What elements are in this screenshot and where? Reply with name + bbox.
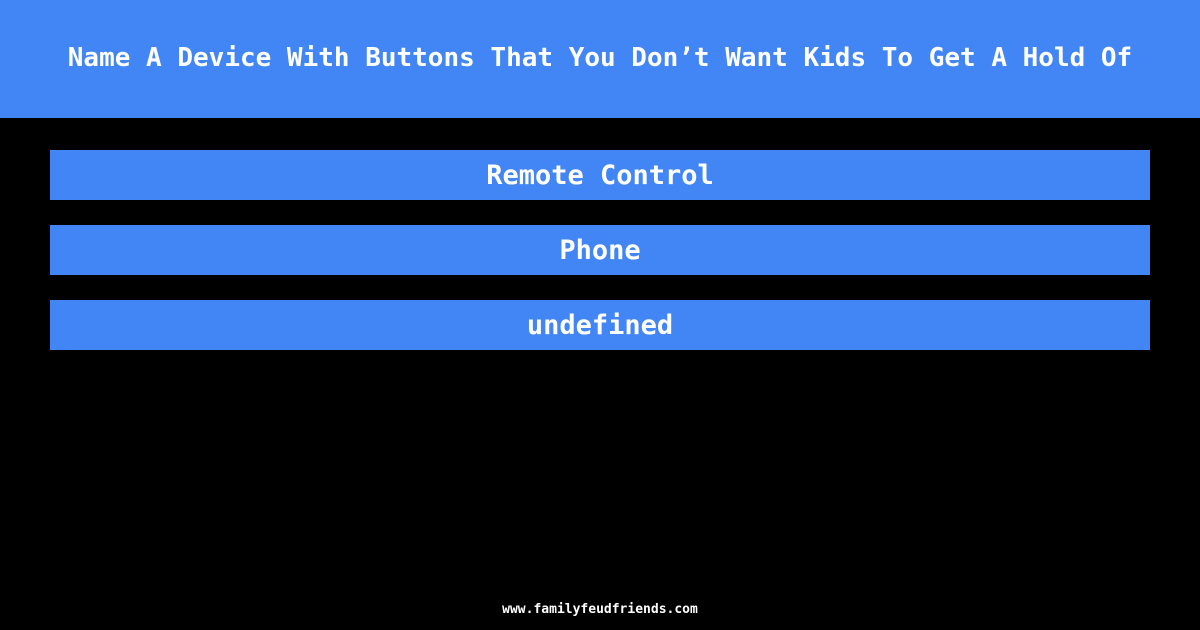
question-text: Name A Device With Buttons That You Don’… (67, 43, 1133, 74)
answer-row-1[interactable]: Remote Control (50, 150, 1150, 200)
question-banner: Name A Device With Buttons That You Don’… (0, 0, 1200, 118)
page-root: Name A Device With Buttons That You Don’… (0, 0, 1200, 630)
answer-row-2[interactable]: Phone (50, 225, 1150, 275)
answers-list: Remote Control Phone undefined (50, 150, 1150, 350)
footer: www.familyfeudfriends.com (0, 598, 1200, 617)
answer-label-2: Phone (559, 234, 641, 266)
answer-label-1: Remote Control (486, 159, 714, 191)
footer-site-url: www.familyfeudfriends.com (502, 602, 698, 617)
answer-label-3: undefined (526, 309, 674, 341)
answer-row-3[interactable]: undefined (50, 300, 1150, 350)
